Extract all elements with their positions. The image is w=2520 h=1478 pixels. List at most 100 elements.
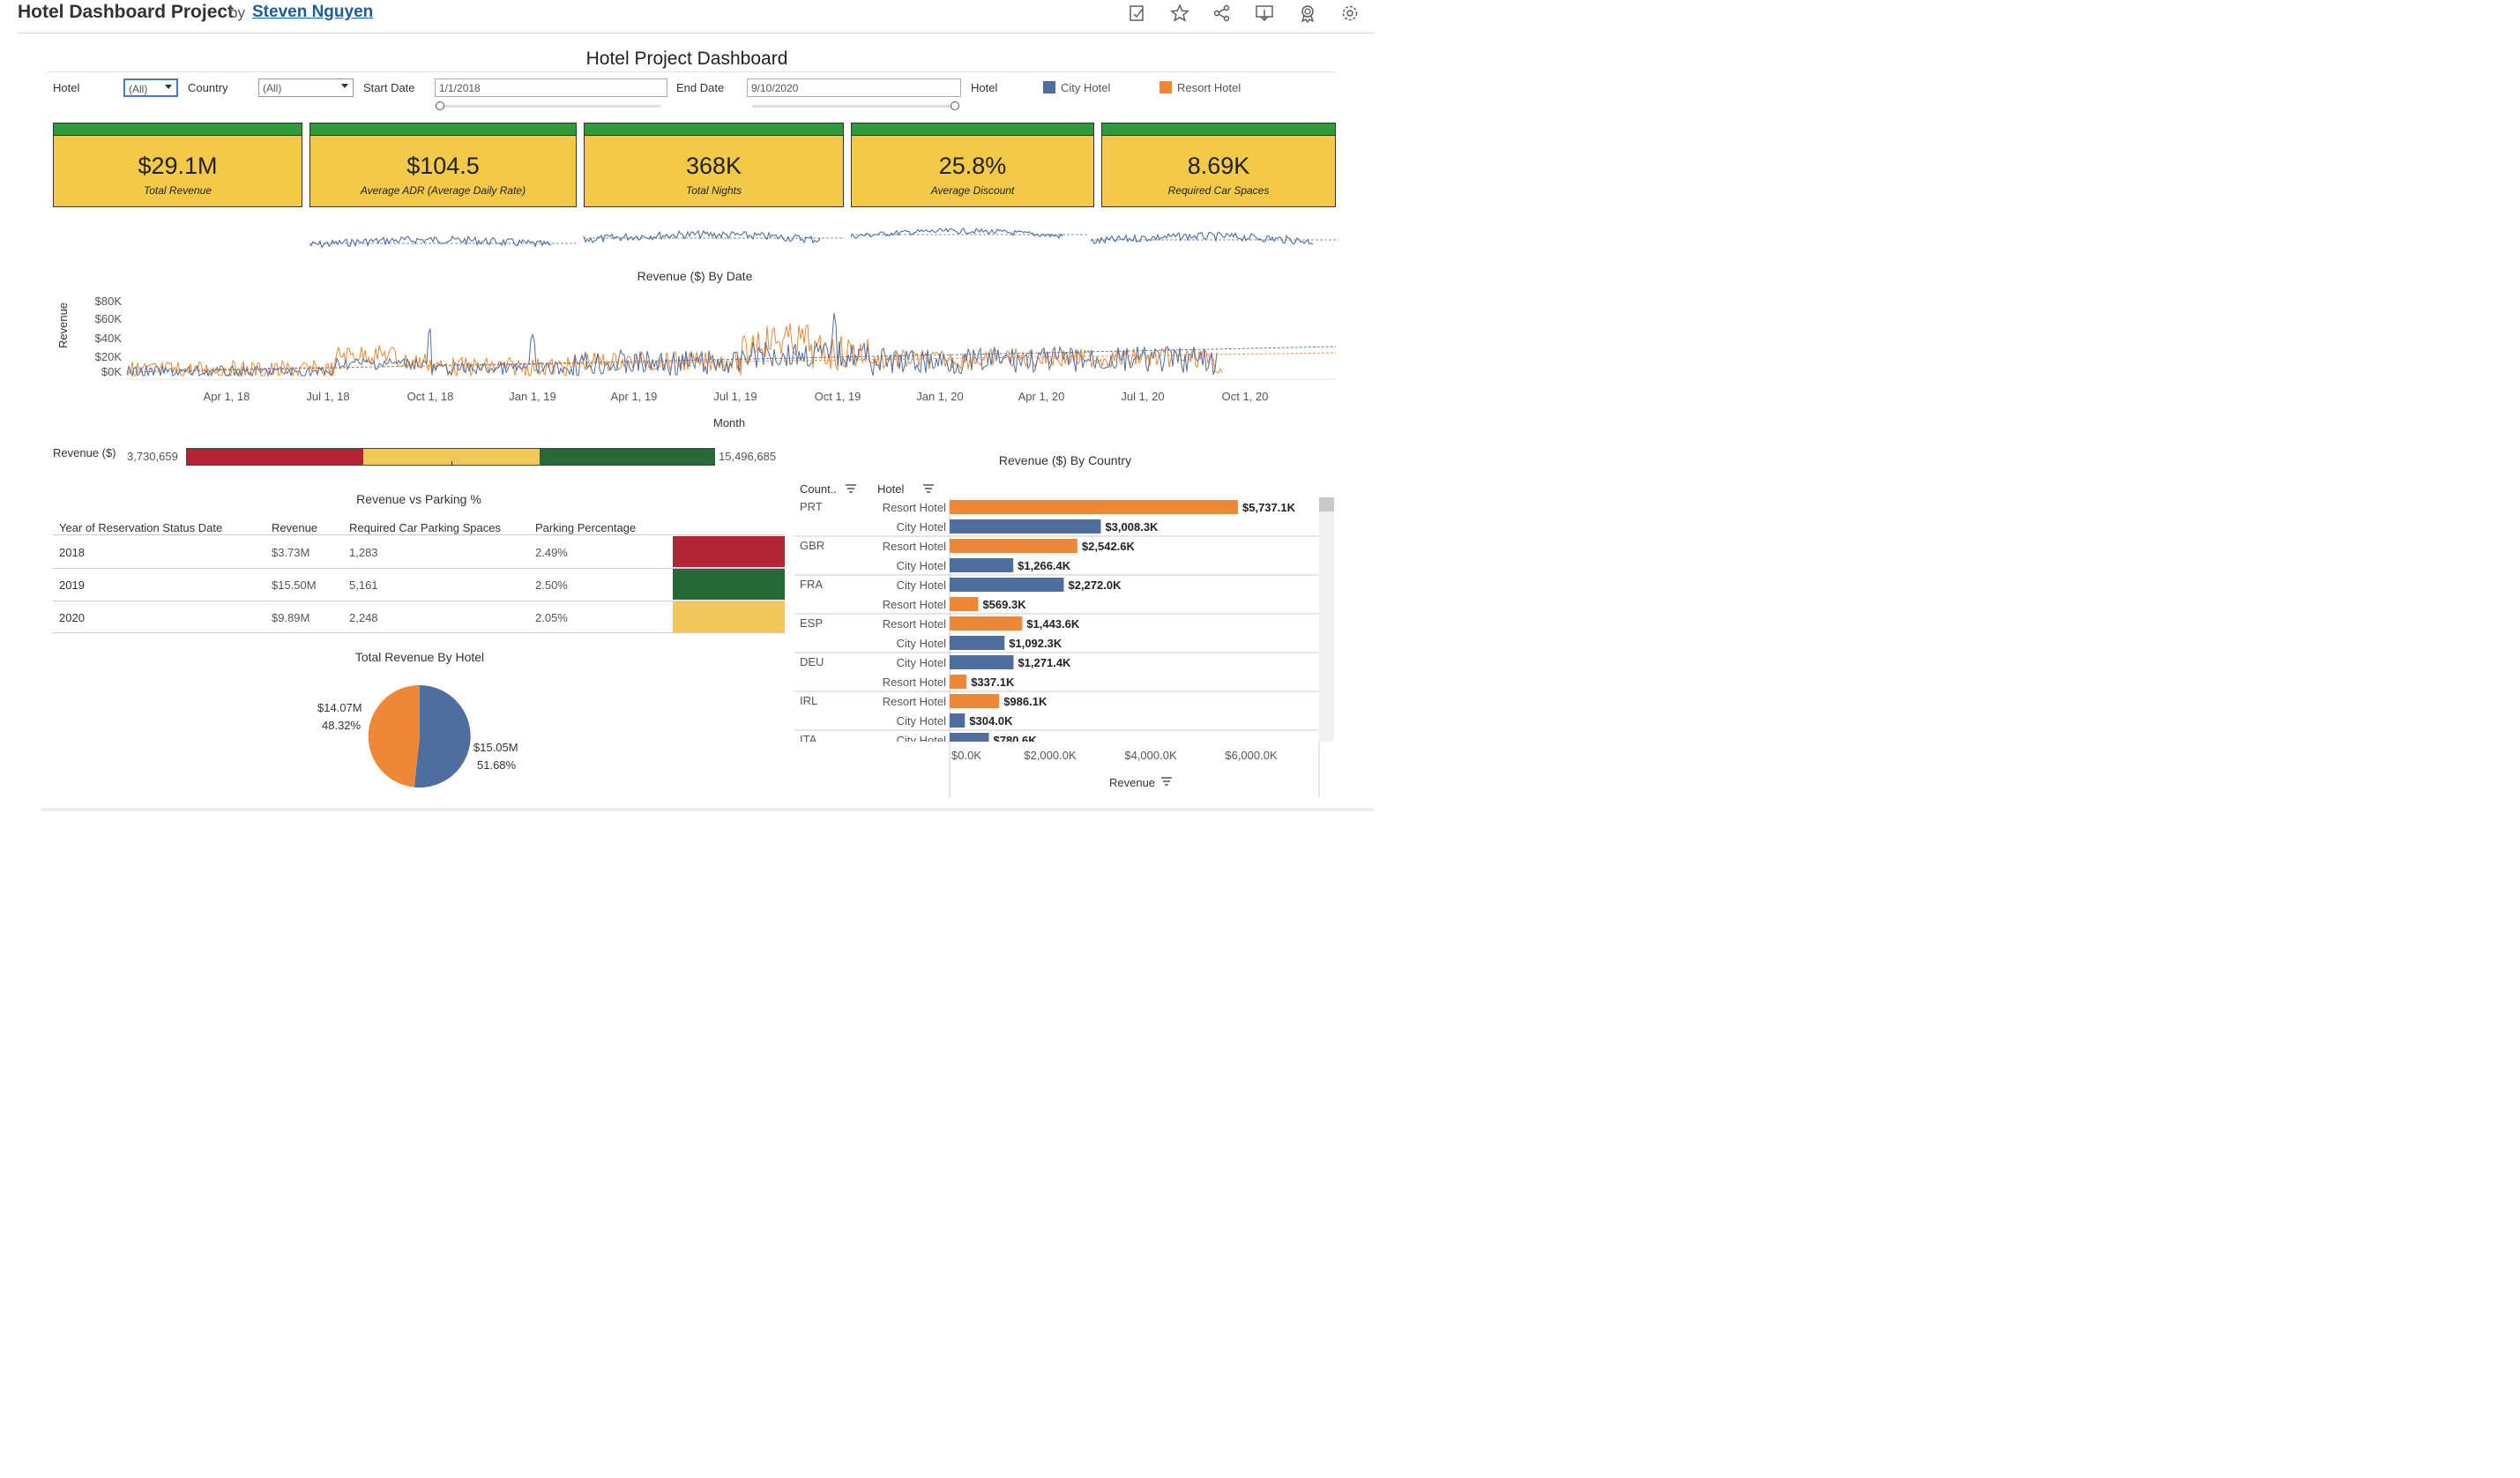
revenue-bullet-bar[interactable] [186,448,715,466]
col-header-parking-pct[interactable]: Parking Percentage [535,521,636,534]
bar-value-label: $304.0K [969,714,1013,728]
sparkline [1090,231,1314,245]
kpi-total-nights[interactable]: 368K Total Nights [584,123,844,207]
kpi-total-revenue[interactable]: $29.1M Total Revenue [53,123,302,207]
start-date-input[interactable]: 1/1/2018 [435,78,667,97]
resort-hotel-swatch [1159,81,1172,93]
end-date-slider-handle[interactable] [951,101,959,110]
country-filter-label: Country [188,81,228,94]
hotel-filter-label: Hotel [53,81,80,94]
y-tick-label: $40K [95,332,123,345]
start-date-slider-handle[interactable] [436,101,444,110]
bottom-edge [41,808,1374,811]
end-date-slider-track[interactable] [752,105,957,108]
col-header-spaces[interactable]: Required Car Parking Spaces [349,521,501,534]
hotel-label: Resort Hotel [883,598,946,611]
dashboard-title: Hotel Project Dashboard [585,49,788,69]
row-status-cell [673,601,785,632]
download-icon[interactable] [1255,4,1274,23]
country-label: PRT [800,500,823,513]
x-tick-label: Oct 1, 19 [815,390,861,403]
country-revenue-bar[interactable] [950,500,1238,514]
country-revenue-bar[interactable] [950,733,989,742]
country-revenue-bar[interactable] [950,675,967,689]
x-tick-label: Jul 1, 18 [306,390,349,403]
x-tick-label: Jul 1, 20 [1121,390,1164,403]
bar-value-label: $1,271.4K [1018,656,1071,669]
bar-value-label: $1,092.3K [1009,637,1062,650]
country-revenue-bar[interactable] [950,655,1014,669]
sort-icon[interactable] [845,483,857,494]
col-header-country[interactable]: Count.. [800,482,837,496]
row-year: 2018 [59,546,85,559]
revenue-x-axis-label: Month [713,416,746,429]
bullet-label: Revenue ($) [53,446,116,459]
country-revenue-bar[interactable] [950,578,1064,592]
country-revenue-bar[interactable] [950,713,966,728]
bar-value-label: $1,443.6K [1026,617,1080,631]
pie-slice-resort-hotel[interactable] [368,684,420,788]
city-hotel-revenue-line[interactable] [126,313,1218,377]
star-icon[interactable] [1170,4,1189,23]
legend-city-hotel[interactable]: City Hotel [1061,81,1110,94]
hotel-label: City Hotel [897,734,946,742]
hotel-label: City Hotel [897,656,946,669]
revenue-y-axis-label: Revenue [56,302,70,348]
bar-value-label: $5,737.1K [1242,501,1296,514]
x-tick-label: $4,000.0K [1124,749,1177,762]
col-header-year[interactable]: Year of Reservation Status Date [59,521,222,534]
bar-value-label: $337.1K [971,676,1015,689]
y-tick-label: $80K [95,295,123,308]
pie-slice-city-hotel[interactable] [414,685,471,788]
country-revenue-bar[interactable] [950,519,1101,534]
kpi-average-adr[interactable]: $104.5 Average ADR (Average Daily Rate) [309,123,577,207]
country-revenue-bar[interactable] [950,616,1023,631]
end-date-input[interactable]: 9/10/2020 [747,78,961,97]
country-chart-scrollbar[interactable] [1319,497,1334,742]
hotel-label: City Hotel [897,579,946,592]
country-chart-rows[interactable]: PRT Resort Hotel $5,737.1K City Hotel $3,008… [794,497,1318,742]
kpi-average-discount[interactable]: 25.8% Average Discount [851,123,1094,207]
sort-icon[interactable] [1160,776,1173,787]
hotel-filter-dropdown[interactable]: (All) [123,78,178,97]
settings-icon[interactable] [1340,4,1360,23]
kpi-status-bar [585,123,843,136]
end-date-label: End Date [676,81,725,94]
country-revenue-bar[interactable] [950,636,1005,650]
country-revenue-bar[interactable] [950,558,1014,572]
country-label: GBR [800,539,824,552]
sort-icon[interactable] [922,483,935,494]
kpi-value: 368K [685,153,742,179]
badge-icon[interactable] [1298,4,1317,23]
bullet-max: 15,496,685 [719,450,777,463]
legend-resort-hotel[interactable]: Resort Hotel [1177,81,1241,94]
hotel-label: City Hotel [897,520,946,534]
scrollbar-thumb[interactable] [1319,497,1334,511]
kpi-value: $29.1M [138,153,218,179]
row-status-cell [673,569,785,600]
country-label: ESP [800,616,823,630]
row-status-cell [673,536,785,567]
sparkline [583,229,821,244]
kpi-required-car-spaces[interactable]: 8.69K Required Car Spaces [1101,123,1336,207]
row-year: 2019 [59,579,85,592]
kpi-label: Total Revenue [144,184,212,197]
author-link[interactable]: Steven Nguyen [252,3,373,22]
country-filter-dropdown[interactable]: (All) [258,78,354,97]
hotel-label: Resort Hotel [883,501,946,514]
country-label: FRA [800,578,823,591]
country-chart-title: Revenue ($) By Country [998,453,1132,467]
country-bar-chart[interactable]: PRT Resort Hotel $5,737.1K City Hotel $3,008… [794,497,1318,742]
revenue-by-hotel-pie[interactable] [368,684,472,788]
start-date-slider-track[interactable] [440,105,660,108]
country-x-axis: $0.0K $2,000.0K $4,000.0K $6,000.0K [949,742,1320,798]
country-revenue-bar[interactable] [950,597,979,611]
col-header-revenue[interactable]: Revenue [272,521,317,534]
revenue-by-date-chart[interactable]: $80K $60K $40K $20K $0K Apr 1, 18 Jul 1, 18 Oct… [79,291,1340,410]
by-text: by [229,4,245,21]
col-header-hotel[interactable]: Hotel [877,482,904,496]
country-revenue-bar[interactable] [950,694,1000,708]
country-revenue-bar[interactable] [950,539,1077,553]
share-icon[interactable] [1212,4,1232,23]
edit-icon[interactable] [1128,4,1147,23]
